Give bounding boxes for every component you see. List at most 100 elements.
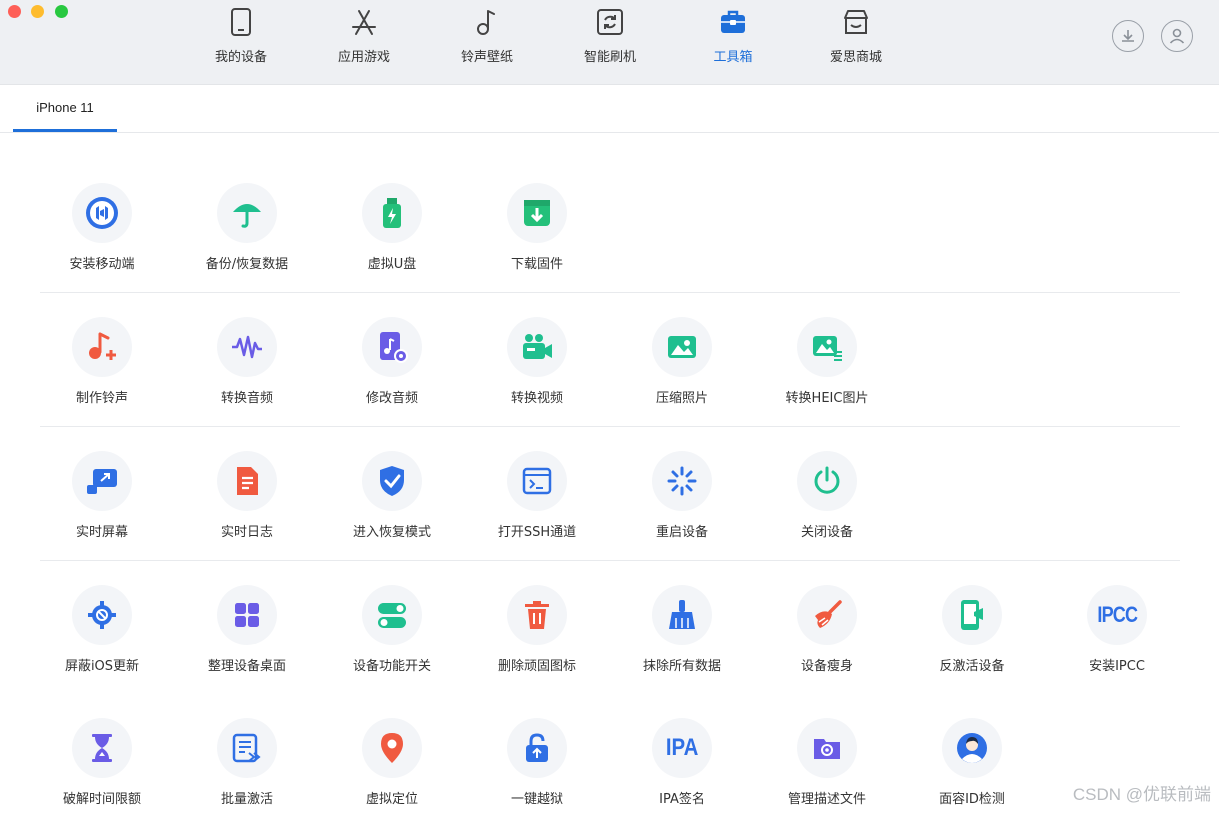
tool-label: 备份/恢复数据 <box>205 257 289 272</box>
tool-icon-bg <box>797 317 857 377</box>
tool-open-ssh[interactable]: 打开SSH通道 <box>477 451 597 561</box>
user-icon <box>1169 28 1185 44</box>
zoom-window-button[interactable] <box>55 5 68 18</box>
tool-icon-bg <box>507 718 567 778</box>
tool-deactivate-device[interactable]: 反激活设备 <box>912 585 1032 695</box>
user-account-button[interactable] <box>1161 20 1193 52</box>
tool-virtual-udisk[interactable]: 虚拟U盘 <box>332 183 452 293</box>
tool-backup-restore[interactable]: 备份/恢复数据 <box>187 183 307 293</box>
tool-virtual-location[interactable]: 虚拟定位 <box>332 718 452 828</box>
tool-label: IPA签名 <box>659 792 705 807</box>
ipcc-icon: IPCC <box>1097 602 1138 627</box>
deactivate-phone-icon <box>961 600 983 630</box>
tool-erase-all-data[interactable]: 抹除所有数据 <box>622 585 742 695</box>
tool-label: 关闭设备 <box>800 525 853 540</box>
nav-smart-flash[interactable]: 智能刷机 <box>560 8 660 70</box>
tool-label: 删除顽固图标 <box>497 659 576 674</box>
tool-crack-screen-time[interactable]: 破解时间限额 <box>42 718 162 828</box>
tool-compress-photo[interactable]: 压缩照片 <box>622 317 742 427</box>
log-document-icon <box>237 467 258 495</box>
tool-label: 批量激活 <box>220 792 273 807</box>
tool-label: 虚拟定位 <box>365 792 418 807</box>
tool-download-firmware[interactable]: 下载固件 <box>477 183 597 293</box>
tool-convert-audio[interactable]: 转换音频 <box>187 317 307 427</box>
location-pin-icon <box>381 733 403 763</box>
ipa-icon: IPA <box>665 734 699 761</box>
tool-one-click-jailbreak[interactable]: 一键越狱 <box>477 718 597 828</box>
tool-function-switches[interactable]: 设备功能开关 <box>332 585 452 695</box>
waveform-icon <box>232 335 262 359</box>
tool-convert-video[interactable]: 转换视频 <box>477 317 597 427</box>
minimize-window-button[interactable] <box>31 5 44 18</box>
tool-restart-device[interactable]: 重启设备 <box>622 451 742 561</box>
tool-label: 打开SSH通道 <box>497 525 577 540</box>
tool-icon-bg <box>72 585 132 645</box>
tool-icon-bg <box>362 317 422 377</box>
nav-my-device[interactable]: 我的设备 <box>191 8 291 70</box>
section-divider <box>40 426 1180 427</box>
tool-icon-bg <box>942 585 1002 645</box>
tool-icon-bg <box>797 718 857 778</box>
tab-device[interactable]: iPhone 11 <box>13 85 117 132</box>
tool-label: 压缩照片 <box>655 391 708 406</box>
tool-delete-stubborn-icons[interactable]: 删除顽固图标 <box>477 585 597 695</box>
tool-label: 整理设备桌面 <box>207 659 286 674</box>
tool-organize-desktop[interactable]: 整理设备桌面 <box>187 585 307 695</box>
tool-ipa-sign[interactable]: IPA IPA签名 <box>622 718 742 828</box>
tool-shutdown-device[interactable]: 关闭设备 <box>767 451 887 561</box>
section-divider <box>40 560 1180 561</box>
tool-icon-bg <box>72 451 132 511</box>
photo-icon <box>668 336 696 358</box>
tool-manage-profiles[interactable]: 管理描述文件 <box>767 718 887 828</box>
tool-icon-bg <box>362 585 422 645</box>
nav-toolbox[interactable]: 工具箱 <box>683 8 783 70</box>
nav-store[interactable]: 爱思商城 <box>806 8 906 70</box>
tool-batch-activate[interactable]: 批量激活 <box>187 718 307 828</box>
tool-block-ios-update[interactable]: 屏蔽iOS更新 <box>42 585 162 695</box>
tool-label: 破解时间限额 <box>62 792 141 807</box>
toolbox-icon <box>721 10 745 33</box>
watermark: CSDN @优联前端 <box>1072 785 1211 804</box>
music-note-icon <box>477 10 495 35</box>
tool-icon-bg <box>652 451 712 511</box>
tool-label: 一键越狱 <box>510 792 563 807</box>
tool-recovery-mode[interactable]: 进入恢复模式 <box>332 451 452 561</box>
profile-folder-icon <box>814 739 840 759</box>
nav-ringtones-wallpapers[interactable]: 铃声壁纸 <box>437 8 537 70</box>
tool-make-ringtone[interactable]: 制作铃声 <box>42 317 162 427</box>
batch-activate-icon <box>232 733 261 763</box>
tool-label: 修改音频 <box>365 391 418 406</box>
nav-label: 工具箱 <box>713 50 753 65</box>
shield-check-icon <box>380 466 404 496</box>
screen-mirror-icon <box>87 469 117 494</box>
tool-edit-audio[interactable]: 修改音频 <box>332 317 452 427</box>
trash-icon <box>525 601 549 629</box>
tool-label: 重启设备 <box>655 525 708 540</box>
tool-device-slim[interactable]: 设备瘦身 <box>767 585 887 695</box>
video-camera-icon <box>523 334 552 359</box>
tool-icon-bg <box>72 718 132 778</box>
tool-icon-bg <box>217 183 277 243</box>
tool-install-mobile[interactable]: 安装移动端 <box>42 183 162 293</box>
install-mobile-icon <box>86 197 118 229</box>
tool-live-log[interactable]: 实时日志 <box>187 451 307 561</box>
tool-icon-bg: IPA <box>652 718 712 778</box>
nav-label: 铃声壁纸 <box>460 50 513 65</box>
tool-label: 转换音频 <box>220 391 273 406</box>
nav-label: 爱思商城 <box>829 50 882 65</box>
nav-apps-games[interactable]: 应用游戏 <box>314 8 414 70</box>
tool-icon-bg: IPCC <box>1087 585 1147 645</box>
tool-icon-bg <box>652 585 712 645</box>
tool-install-ipcc[interactable]: IPCC 安装IPCC <box>1057 585 1177 695</box>
broom-icon <box>669 600 695 629</box>
tool-icon-bg <box>507 585 567 645</box>
nav-label: 应用游戏 <box>337 50 390 65</box>
download-manager-button[interactable] <box>1112 20 1144 52</box>
tool-label: 设备功能开关 <box>352 659 431 674</box>
close-window-button[interactable] <box>8 5 21 18</box>
tool-face-id-check[interactable]: 面容ID检测 <box>912 718 1032 828</box>
tool-live-screen[interactable]: 实时屏幕 <box>42 451 162 561</box>
tool-convert-heic[interactable]: 转换HEIC图片 <box>767 317 887 427</box>
title-bar: 我的设备 应用游戏 铃声壁纸 智能刷机 工具箱 爱思商城 <box>0 0 1219 85</box>
tool-label: 转换HEIC图片 <box>785 391 869 406</box>
